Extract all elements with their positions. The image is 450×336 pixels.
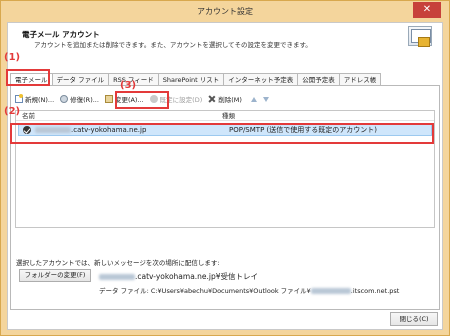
data-file-suffix: .itscom.net.pst xyxy=(350,287,400,295)
redacted-text xyxy=(99,274,135,280)
repair-icon xyxy=(60,95,69,103)
data-file-prefix: データ ファイル: C:¥Users¥abechu¥Documents¥Outl… xyxy=(99,287,311,295)
delete-button[interactable]: 削除(M) xyxy=(208,93,242,105)
new-account-icon xyxy=(15,94,23,103)
dialog-body: 電子メール アカウント アカウントを追加または削除できます。また、アカウントを選… xyxy=(7,22,443,330)
header-description: アカウントを追加または削除できます。また、アカウントを選択してその設定を変更でき… xyxy=(34,41,312,49)
new-account-button[interactable]: 新規(N)... xyxy=(15,93,54,105)
account-list-header: 名前 種類 xyxy=(16,111,434,121)
annotation-box-3 xyxy=(115,91,169,109)
delivery-folder-suffix: .catv-yokohama.ne.jp¥受信トレイ xyxy=(135,272,259,281)
email-account-icon xyxy=(408,26,432,47)
title-bar: アカウント設定 ✕ xyxy=(1,1,449,21)
annotation-box-1 xyxy=(6,69,50,86)
column-header-name[interactable]: 名前 xyxy=(16,111,222,120)
move-down-icon[interactable] xyxy=(262,96,269,102)
window-title: アカウント設定 xyxy=(197,7,253,16)
window-close-button[interactable]: ✕ xyxy=(413,2,441,18)
close-button[interactable]: 閉じる(C) xyxy=(390,312,438,326)
change-folder-button[interactable]: フォルダーの変更(F) xyxy=(19,269,91,282)
delete-label: 削除(M) xyxy=(218,96,242,104)
delivery-folder-path: .catv-yokohama.ne.jp¥受信トレイ xyxy=(99,271,258,282)
repair-label: 修復(R)... xyxy=(70,96,99,104)
redacted-text xyxy=(310,288,351,294)
data-file-path: データ ファイル: C:¥Users¥abechu¥Documents¥Outl… xyxy=(99,285,399,295)
email-tab-panel: 新規(N)... 修復(R)... 変更(A)... 既定に設定(D) 削除(M… xyxy=(10,85,440,310)
annotation-box-2 xyxy=(10,123,434,144)
delivery-label: 選択したアカウントでは、新しいメッセージを次の場所に配信します: xyxy=(16,259,220,267)
annotation-marker-3: (3) xyxy=(120,80,137,91)
delete-icon xyxy=(208,95,216,103)
account-settings-window: アカウント設定 ✕ 電子メール アカウント アカウントを追加または削除できます。… xyxy=(0,0,450,336)
change-icon xyxy=(104,95,113,103)
header-area: 電子メール アカウント アカウントを追加または削除できます。また、アカウントを選… xyxy=(8,23,442,53)
column-header-type[interactable]: 種類 xyxy=(222,111,434,120)
repair-button[interactable]: 修復(R)... xyxy=(60,93,99,105)
annotation-marker-2: (2) xyxy=(4,106,21,117)
move-up-icon[interactable] xyxy=(250,96,257,102)
new-account-label: 新規(N)... xyxy=(25,96,55,104)
annotation-marker-1: (1) xyxy=(4,52,21,63)
